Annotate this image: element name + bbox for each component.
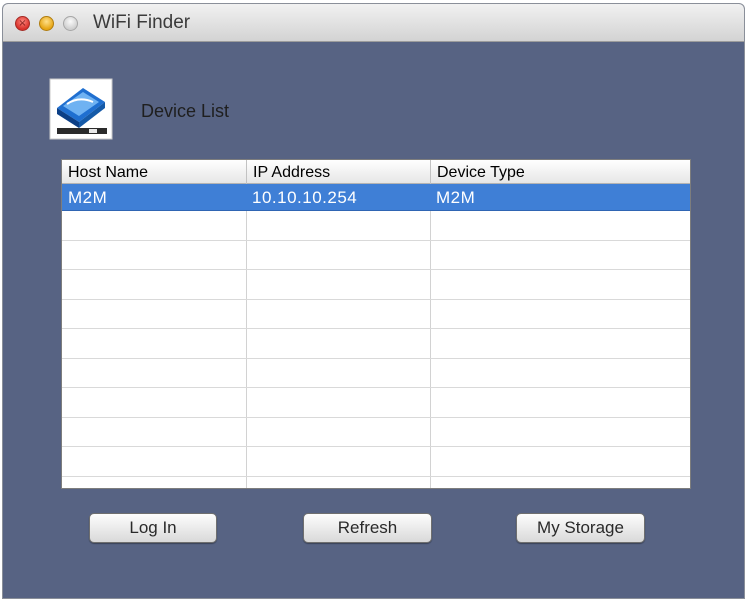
minimize-icon[interactable] [39, 16, 54, 31]
log-in-button[interactable]: Log In [89, 513, 217, 543]
column-host-name[interactable]: Host Name [62, 160, 246, 184]
empty-row[interactable] [62, 241, 690, 270]
empty-row[interactable] [62, 388, 690, 418]
empty-row[interactable] [62, 211, 690, 241]
column-device-type[interactable]: Device Type [430, 160, 690, 184]
my-storage-button[interactable]: My Storage [516, 513, 645, 543]
table-header: Host Name IP Address Device Type [62, 160, 690, 184]
title-bar[interactable]: × WiFi Finder [3, 4, 744, 42]
cell-device-type: M2M [436, 188, 476, 207]
zoom-icon[interactable] [63, 16, 78, 31]
refresh-button[interactable]: Refresh [303, 513, 432, 543]
cell-ip-address: 10.10.10.254 [252, 188, 358, 207]
wifi-finder-logo-icon [49, 78, 113, 140]
window-title: WiFi Finder [93, 12, 191, 33]
column-ip-address[interactable]: IP Address [246, 160, 430, 184]
empty-row[interactable] [62, 418, 690, 447]
empty-row[interactable] [62, 447, 690, 477]
empty-row[interactable] [62, 270, 690, 300]
empty-row[interactable] [62, 300, 690, 329]
cell-host-name: M2M [68, 188, 108, 207]
app-window: × WiFi Finder Device List Host Name IP A… [3, 4, 744, 598]
device-list-label: Device List [141, 101, 230, 121]
empty-row[interactable] [62, 329, 690, 359]
device-table[interactable]: Host Name IP Address Device Type M2M 10.… [61, 159, 691, 489]
empty-row[interactable] [62, 477, 690, 489]
table-body: M2M 10.10.10.254 M2M [62, 184, 690, 489]
close-icon[interactable]: × [15, 16, 30, 31]
table-row[interactable]: M2M 10.10.10.254 M2M [62, 184, 690, 211]
empty-row[interactable] [62, 359, 690, 388]
